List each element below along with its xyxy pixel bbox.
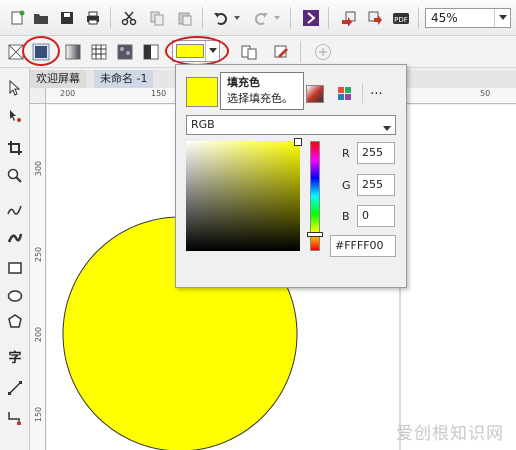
- pdf-icon[interactable]: PDF: [390, 7, 412, 29]
- palette-icon[interactable]: [336, 85, 354, 103]
- b-input[interactable]: 0: [357, 205, 395, 227]
- paste-icon[interactable]: [174, 7, 196, 29]
- import-icon[interactable]: [338, 7, 360, 29]
- zoom-select[interactable]: 45%: [425, 8, 511, 28]
- toolbar-separator: [110, 7, 111, 29]
- toolbar-separator: [290, 7, 291, 29]
- corel-app-icon[interactable]: [300, 7, 322, 29]
- zoom-tool-icon[interactable]: [5, 166, 25, 186]
- svg-text:PDF: PDF: [394, 16, 408, 24]
- copy-icon[interactable]: [146, 7, 168, 29]
- r-input[interactable]: 255: [357, 142, 395, 164]
- tab-welcome-label: 欢迎屏幕: [36, 72, 80, 85]
- chevron-down-icon[interactable]: [494, 9, 510, 27]
- fountain-fill-icon[interactable]: [62, 41, 84, 63]
- ruler-label: 150: [151, 89, 167, 98]
- add-icon[interactable]: [312, 41, 334, 63]
- highlight-oval: [22, 36, 60, 66]
- b-label: B: [342, 210, 350, 223]
- hue-slider[interactable]: [307, 141, 323, 251]
- g-label: G: [342, 179, 351, 192]
- tab-document-label: 未命名 -1: [100, 72, 148, 85]
- edit-fill-icon[interactable]: [270, 41, 292, 63]
- redo-dropdown-icon[interactable]: [272, 7, 282, 29]
- new-icon[interactable]: [6, 7, 28, 29]
- standard-toolbar: PDF 45%: [0, 0, 516, 36]
- tooltip-description: 选择填充色。: [227, 92, 293, 105]
- hex-input[interactable]: #FFFF00: [330, 235, 396, 257]
- color-picker-handle[interactable]: [294, 138, 302, 146]
- open-icon[interactable]: [30, 7, 52, 29]
- ellipse-tool-icon[interactable]: [5, 286, 25, 306]
- watermark: 爱创根知识网: [396, 424, 504, 444]
- text-tool-icon[interactable]: 字: [5, 346, 25, 366]
- postscript-fill-icon[interactable]: [140, 41, 162, 63]
- shape-tool-icon[interactable]: [5, 106, 25, 126]
- save-icon[interactable]: [56, 7, 78, 29]
- tab-welcome[interactable]: 欢迎屏幕: [30, 70, 86, 88]
- crop-tool-icon[interactable]: [5, 138, 25, 158]
- ruler-label: 200: [34, 326, 44, 343]
- color-viewer-icon[interactable]: [306, 85, 324, 103]
- zoom-value: 45%: [431, 11, 458, 25]
- ruler-label: 300: [34, 160, 44, 177]
- rectangle-tool-icon[interactable]: [5, 258, 25, 278]
- ruler-label: 50: [480, 89, 491, 98]
- ruler-corner[interactable]: [30, 88, 46, 104]
- color-picker-area[interactable]: [186, 138, 302, 251]
- ruler-label: 150: [34, 406, 44, 423]
- freehand-tool-icon[interactable]: [5, 200, 25, 220]
- pick-tool-icon[interactable]: [5, 78, 25, 98]
- fill-color-tooltip: 填充色 选择填充色。: [220, 72, 304, 110]
- hue-slider-handle[interactable]: [307, 232, 323, 237]
- print-icon[interactable]: [82, 7, 104, 29]
- undo-icon[interactable]: [210, 7, 232, 29]
- toolbar-separator: [300, 41, 301, 63]
- chevron-down-icon[interactable]: [383, 122, 391, 135]
- tab-document[interactable]: 未命名 -1: [94, 70, 154, 88]
- dimension-tool-icon[interactable]: [5, 378, 25, 398]
- toolbar-separator: [328, 7, 329, 29]
- copy-fill-icon[interactable]: [238, 41, 260, 63]
- current-color-swatch: [186, 77, 218, 107]
- toolbox: 字: [0, 68, 30, 450]
- toolbar-separator: [418, 7, 419, 29]
- polygon-tool-icon[interactable]: [5, 312, 25, 332]
- export-icon[interactable]: [364, 7, 386, 29]
- artistic-media-icon[interactable]: [5, 228, 25, 248]
- redo-icon[interactable]: [250, 7, 272, 29]
- connector-tool-icon[interactable]: [5, 408, 25, 428]
- g-input[interactable]: 255: [357, 174, 395, 196]
- pattern-fill-icon[interactable]: [88, 41, 110, 63]
- r-label: R: [342, 147, 350, 160]
- texture-fill-icon[interactable]: [114, 41, 136, 63]
- color-model-value: RGB: [191, 118, 215, 131]
- color-model-select[interactable]: RGB: [186, 115, 396, 135]
- cut-icon[interactable]: [118, 7, 140, 29]
- tooltip-title: 填充色: [227, 76, 260, 89]
- more-options-button[interactable]: ...: [362, 83, 390, 103]
- ruler-label: 250: [34, 246, 44, 263]
- ruler-label: 200: [60, 89, 76, 98]
- undo-dropdown-icon[interactable]: [232, 7, 242, 29]
- highlight-oval: [165, 36, 229, 66]
- toolbar-separator: [202, 7, 203, 29]
- vertical-ruler[interactable]: 300 250 200 150: [30, 104, 46, 450]
